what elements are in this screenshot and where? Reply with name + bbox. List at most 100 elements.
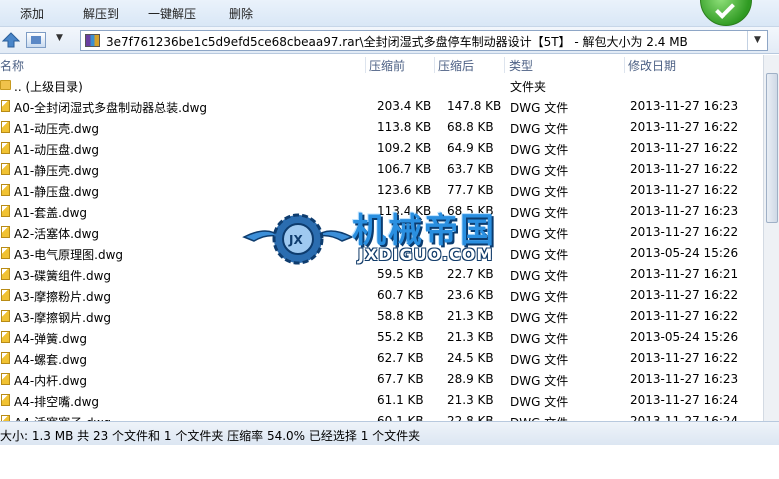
file-modified-date: 2013-11-27 16:21 bbox=[630, 267, 739, 281]
file-row[interactable]: A4-弹簧.dwg 55.2 KB 21.3 KB DWG 文件 2013-05-24 … bbox=[0, 327, 763, 348]
file-packed-size: 22.7 KB bbox=[447, 267, 494, 281]
scrollbar-thumb[interactable] bbox=[766, 73, 778, 223]
file-modified-date: 2013-11-27 16:22 bbox=[630, 351, 739, 365]
file-packed-size: 77.7 KB bbox=[447, 183, 494, 197]
file-name: A3-电气原理图.dwg bbox=[14, 248, 124, 262]
file-size: 67.7 KB bbox=[377, 372, 424, 386]
up-arrow-icon[interactable] bbox=[2, 32, 20, 48]
file-row[interactable]: A4-活塞塞子.dwg 60.1 KB 22.8 KB DWG 文件 2013-11-2… bbox=[0, 411, 763, 421]
chevron-down-icon[interactable]: ▼ bbox=[56, 33, 63, 43]
file-modified-date: 2013-11-27 16:22 bbox=[630, 120, 739, 134]
file-packed-size: 22.8 KB bbox=[447, 414, 494, 421]
file-size: 106.7 KB bbox=[377, 162, 432, 176]
file-row[interactable]: A1-套盖.dwg 113.4 KB 68.5 KB DWG 文件 2013-11-27… bbox=[0, 201, 763, 222]
file-row[interactable]: A2-活塞体.dwg DWG 文件 2013-11-27 16:22 bbox=[0, 222, 763, 243]
column-divider[interactable] bbox=[434, 57, 435, 73]
file-type: DWG 文件 bbox=[510, 311, 569, 325]
file-modified-date: 2013-11-27 16:24 bbox=[630, 414, 739, 421]
file-row[interactable]: A1-静压盘.dwg 123.6 KB 77.7 KB DWG 文件 2013-11-2… bbox=[0, 180, 763, 201]
file-name: A4-活塞塞子.dwg bbox=[14, 414, 111, 421]
file-name: A4-螺套.dwg bbox=[14, 353, 88, 367]
file-packed-size: 21.3 KB bbox=[447, 309, 494, 323]
file-packed-size: 63.7 KB bbox=[447, 162, 494, 176]
file-name: A3-碟簧组件.dwg bbox=[14, 269, 112, 283]
column-divider[interactable] bbox=[504, 57, 505, 73]
dwg-file-icon bbox=[1, 352, 10, 364]
file-modified-date: 2013-11-27 16:24 bbox=[630, 393, 739, 407]
file-type: DWG 文件 bbox=[510, 290, 569, 304]
address-dropdown-button[interactable]: ▼ bbox=[747, 31, 767, 50]
dwg-file-icon bbox=[1, 184, 10, 196]
file-size: 60.7 KB bbox=[377, 288, 424, 302]
file-size: 61.1 KB bbox=[377, 393, 424, 407]
file-modified-date: 2013-05-24 15:26 bbox=[630, 330, 739, 344]
file-packed-size: 24.5 KB bbox=[447, 351, 494, 365]
file-row[interactable]: A3-电气原理图.dwg DWG 文件 2013-05-24 15:26 bbox=[0, 243, 763, 264]
file-modified-date: 2013-11-27 16:23 bbox=[630, 204, 739, 218]
add-button[interactable]: 添加 bbox=[20, 5, 44, 22]
file-row[interactable]: A4-内杆.dwg 67.7 KB 28.9 KB DWG 文件 2013-11-27 … bbox=[0, 369, 763, 390]
one-click-extract-button[interactable]: 一键解压 bbox=[148, 5, 196, 22]
rar-archive-icon bbox=[85, 34, 100, 47]
file-name: A1-静压盘.dwg bbox=[14, 185, 100, 199]
file-size: 60.1 KB bbox=[377, 414, 424, 421]
file-packed-size: 21.3 KB bbox=[447, 330, 494, 344]
file-name: A4-排空嘴.dwg bbox=[14, 395, 100, 409]
file-row[interactable]: A1-静压壳.dwg 106.7 KB 63.7 KB DWG 文件 2013-11-2… bbox=[0, 159, 763, 180]
file-packed-size: 21.3 KB bbox=[447, 393, 494, 407]
file-packed-size: 147.8 KB bbox=[447, 99, 502, 113]
dwg-file-icon bbox=[1, 394, 10, 406]
file-modified-date: 2013-11-27 16:22 bbox=[630, 225, 739, 239]
column-header-modified[interactable]: 修改日期 bbox=[628, 57, 676, 74]
file-type: DWG 文件 bbox=[510, 269, 569, 283]
parent-folder-row[interactable]: .. (上级目录) 文件夹 bbox=[0, 75, 763, 96]
file-packed-size: 68.5 KB bbox=[447, 204, 494, 218]
file-size: 62.7 KB bbox=[377, 351, 424, 365]
status-text: 大小: 1.3 MB 共 23 个文件和 1 个文件夹 压缩率 54.0% 已经… bbox=[0, 429, 421, 443]
column-divider[interactable] bbox=[365, 57, 366, 73]
file-size: 123.6 KB bbox=[377, 183, 432, 197]
parent-folder-label: .. (上级目录) bbox=[14, 80, 83, 94]
view-mode-button[interactable] bbox=[26, 32, 46, 48]
column-header-packed[interactable]: 压缩前 bbox=[369, 57, 405, 74]
column-header-compressed[interactable]: 压缩后 bbox=[438, 57, 474, 74]
dwg-file-icon bbox=[1, 100, 10, 112]
file-type: DWG 文件 bbox=[510, 122, 569, 136]
file-row[interactable]: A1-动压盘.dwg 109.2 KB 64.9 KB DWG 文件 2013-11-2… bbox=[0, 138, 763, 159]
extract-to-button[interactable]: 解压到 bbox=[83, 5, 119, 22]
file-row[interactable]: A4-排空嘴.dwg 61.1 KB 21.3 KB DWG 文件 2013-11-27… bbox=[0, 390, 763, 411]
delete-button[interactable]: 删除 bbox=[229, 5, 253, 22]
file-type: DWG 文件 bbox=[510, 143, 569, 157]
file-name: A2-活塞体.dwg bbox=[14, 227, 100, 241]
column-divider[interactable] bbox=[624, 57, 625, 73]
dwg-file-icon bbox=[1, 121, 10, 133]
file-name: A4-弹簧.dwg bbox=[14, 332, 88, 346]
file-row[interactable]: A0-全封闭湿式多盘制动器总装.dwg 203.4 KB 147.8 KB DWG 文… bbox=[0, 96, 763, 117]
file-packed-size: 23.6 KB bbox=[447, 288, 494, 302]
column-header-name[interactable]: 名称 bbox=[0, 57, 24, 74]
file-type: DWG 文件 bbox=[510, 164, 569, 178]
file-row[interactable]: A3-摩擦粉片.dwg 60.7 KB 23.6 KB DWG 文件 2013-11-2… bbox=[0, 285, 763, 306]
vertical-scrollbar[interactable] bbox=[763, 55, 779, 421]
file-size: 55.2 KB bbox=[377, 330, 424, 344]
file-modified-date: 2013-11-27 16:22 bbox=[630, 141, 739, 155]
file-row[interactable]: A1-动压壳.dwg 113.8 KB 68.8 KB DWG 文件 2013-11-2… bbox=[0, 117, 763, 138]
dwg-file-icon bbox=[1, 310, 10, 322]
file-row[interactable]: A4-螺套.dwg 62.7 KB 24.5 KB DWG 文件 2013-11-27 … bbox=[0, 348, 763, 369]
file-row[interactable]: A3-摩擦钢片.dwg 58.8 KB 21.3 KB DWG 文件 2013-11-2… bbox=[0, 306, 763, 327]
address-bar-row: ▼ 3e7f761236be1c5d9efd5ce68cbeaa97.rar\全… bbox=[0, 27, 779, 54]
file-name: A1-静压壳.dwg bbox=[14, 164, 100, 178]
column-header-type[interactable]: 类型 bbox=[509, 57, 533, 74]
file-name: A1-套盖.dwg bbox=[14, 206, 88, 220]
file-row[interactable]: A3-碟簧组件.dwg 59.5 KB 22.7 KB DWG 文件 2013-11-2… bbox=[0, 264, 763, 285]
address-field[interactable]: 3e7f761236be1c5d9efd5ce68cbeaa97.rar\全封闭… bbox=[80, 30, 768, 51]
file-size: 113.8 KB bbox=[377, 120, 432, 134]
file-size: 109.2 KB bbox=[377, 141, 432, 155]
file-name: A3-摩擦钢片.dwg bbox=[14, 311, 112, 325]
file-type: DWG 文件 bbox=[510, 227, 569, 241]
file-size: 203.4 KB bbox=[377, 99, 432, 113]
file-modified-date: 2013-11-27 16:23 bbox=[630, 99, 739, 113]
dwg-file-icon bbox=[1, 247, 10, 259]
file-list: 名称 压缩前 压缩后 类型 修改日期 .. (上级目录) 文件夹 A0-全封闭湿… bbox=[0, 55, 763, 421]
file-name: A3-摩擦粉片.dwg bbox=[14, 290, 112, 304]
